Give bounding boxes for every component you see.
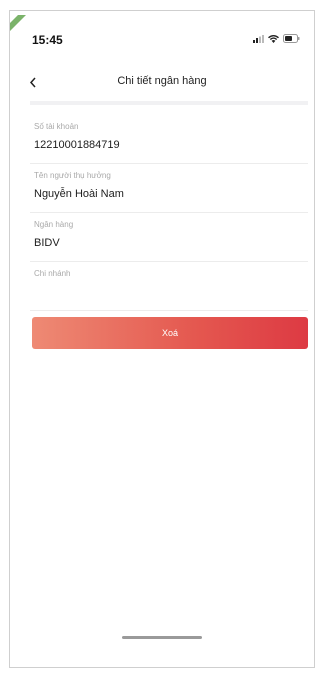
branch-field: Chi nhánh xyxy=(30,266,308,311)
beneficiary-name-field: Tên người thụ hưởng Nguyễn Hoài Nam xyxy=(30,168,308,213)
status-bar: 15:45 xyxy=(10,11,314,51)
signal-icon xyxy=(253,34,264,43)
section-divider xyxy=(30,101,308,105)
page-title: Chi tiết ngân hàng xyxy=(117,75,207,87)
branch-label: Chi nhánh xyxy=(34,269,71,278)
phone-frame: 15:45 Chi tiết ngân hàng Số tài khoản 12… xyxy=(9,10,315,668)
account-number-field: Số tài khoản 12210001884719 xyxy=(30,119,308,164)
status-time: 15:45 xyxy=(32,33,63,47)
nav-bar: Chi tiết ngân hàng xyxy=(10,73,314,93)
delete-button[interactable]: Xoá xyxy=(32,317,308,349)
bank-name-field: Ngân hàng BIDV xyxy=(30,217,308,262)
battery-icon xyxy=(283,34,300,43)
wifi-icon xyxy=(268,34,279,43)
bank-detail-fields: Số tài khoản 12210001884719 Tên người th… xyxy=(30,119,308,315)
bank-name-value: BIDV xyxy=(34,237,60,249)
beneficiary-name-value: Nguyễn Hoài Nam xyxy=(34,188,124,200)
beneficiary-name-label: Tên người thụ hưởng xyxy=(34,171,111,180)
account-number-label: Số tài khoản xyxy=(34,122,79,131)
account-number-value: 12210001884719 xyxy=(34,139,120,151)
bank-name-label: Ngân hàng xyxy=(34,220,74,229)
status-icons xyxy=(253,34,300,43)
home-indicator xyxy=(122,636,202,639)
